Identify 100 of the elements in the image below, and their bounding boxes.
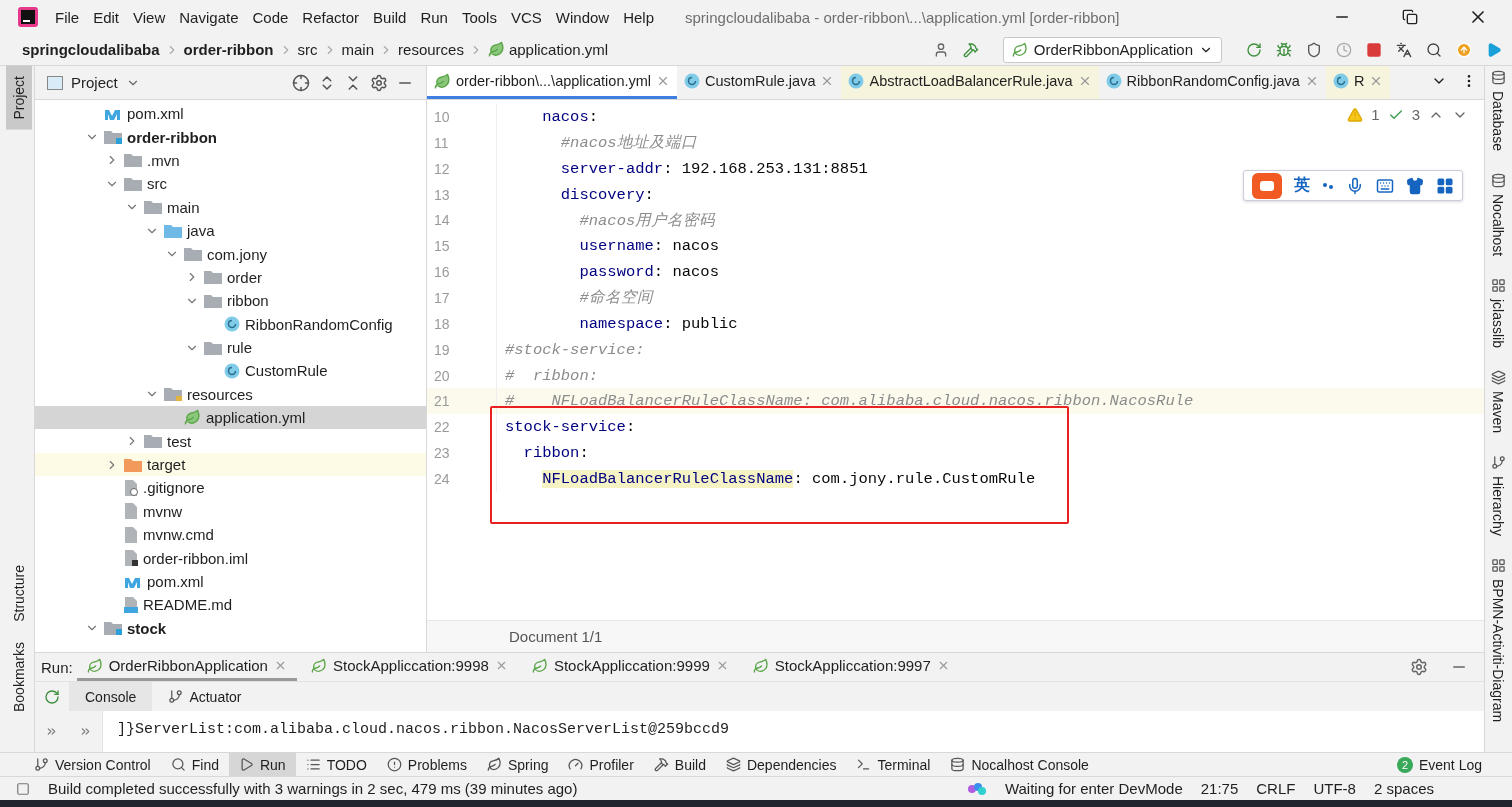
locate-icon[interactable] (292, 73, 310, 92)
tool-tab[interactable]: Dependencies (715, 753, 847, 776)
run-config-dropdown[interactable]: OrderRibbonApplication (1002, 36, 1222, 63)
breadcrumb[interactable]: resources (398, 41, 464, 58)
editor-tab[interactable]: order-ribbon\...\application.yml (427, 66, 678, 99)
breadcrumb[interactable]: springcloudalibaba (22, 41, 160, 58)
typo-count[interactable]: 3 (1411, 106, 1420, 123)
settings-icon[interactable] (1410, 658, 1428, 676)
tool-window-tab[interactable]: Project (6, 66, 32, 130)
process-tab[interactable]: StockAppliccation:9997 (742, 653, 960, 681)
settings-icon[interactable] (370, 73, 388, 92)
tree-item[interactable]: order-ribbon.iml (35, 546, 426, 570)
tool-tab[interactable]: Nocalhost Console (940, 753, 1099, 776)
breadcrumb[interactable]: main (341, 41, 375, 58)
tree-item[interactable]: README.md (35, 593, 426, 617)
profile-icon[interactable] (1336, 41, 1352, 58)
tool-tab[interactable]: Run (228, 753, 296, 776)
tree-item[interactable]: com.jony (35, 242, 426, 266)
menu-item[interactable]: VCS (503, 8, 549, 26)
rerun-icon[interactable] (44, 688, 60, 705)
ime-mode[interactable]: 英 (1294, 175, 1310, 196)
console-tab[interactable]: Actuator (152, 682, 258, 711)
tree-item[interactable]: stock (35, 616, 426, 640)
menu-item[interactable]: Refactor (295, 8, 367, 26)
restore-icon[interactable] (1402, 9, 1418, 25)
debug-icon[interactable] (1276, 41, 1292, 58)
panel-title[interactable]: Project (71, 74, 118, 91)
update-icon[interactable] (1456, 41, 1472, 58)
hammer-icon[interactable] (962, 41, 979, 58)
tree-item[interactable]: order (35, 265, 426, 290)
tool-window-tab[interactable]: BPMN-Activiti-Diagram (1485, 558, 1511, 723)
tree-item[interactable]: .mvn (35, 148, 426, 173)
tool-window-tab[interactable]: Nocalhost (1485, 172, 1511, 257)
menu-item[interactable]: Build (366, 8, 414, 26)
tree-item[interactable]: application.yml (35, 406, 426, 430)
tree-item[interactable]: order-ribbon (35, 125, 426, 149)
tool-window-tab[interactable]: Maven (1485, 370, 1511, 434)
menu-item[interactable]: Help (616, 8, 662, 26)
tree-item[interactable]: target (35, 452, 426, 477)
event-log-tab[interactable]: 2 Event Log (1386, 753, 1492, 776)
tree-item[interactable]: CustomRule (35, 359, 426, 383)
breadcrumb[interactable]: order-ribbon (183, 41, 274, 58)
tool-window-tab[interactable]: Hierarchy (1485, 455, 1511, 537)
menu-item[interactable]: File (48, 8, 87, 26)
tree-item[interactable]: src (35, 172, 426, 196)
tree-item[interactable]: main (35, 195, 426, 219)
tree-item[interactable]: test (35, 429, 426, 453)
tool-window-tab[interactable]: Bookmarks (6, 631, 32, 722)
tree-item[interactable]: ribbon (35, 289, 426, 313)
search-icon[interactable] (1426, 41, 1442, 58)
process-tab[interactable]: StockAppliccation:9998 (300, 653, 518, 681)
menu-item[interactable]: Window (548, 8, 617, 26)
tool-tab[interactable]: Spring (477, 753, 559, 776)
tree-item[interactable]: resources (35, 382, 426, 407)
tree-item[interactable]: pom.xml (35, 569, 426, 594)
menu-item[interactable]: Run (413, 8, 455, 26)
tool-tab[interactable]: Version Control (24, 753, 161, 776)
tool-tab[interactable]: Profiler (558, 753, 644, 776)
editor-tab[interactable]: CustomRule.java (677, 66, 842, 99)
grid-icon[interactable] (1436, 176, 1454, 195)
breadcrumb[interactable]: src (297, 41, 318, 58)
console-tab[interactable]: Console (69, 682, 153, 711)
tree-item[interactable]: java (35, 218, 426, 243)
file-encoding[interactable]: UTF-8 (1313, 780, 1356, 797)
line-separator[interactable]: CRLF (1256, 780, 1296, 797)
tree-item[interactable]: RibbonRandomConfig (35, 312, 426, 336)
tree-item[interactable]: .gitignore (35, 476, 426, 500)
translate-icon[interactable] (1396, 41, 1412, 58)
shirt-icon[interactable] (1406, 176, 1424, 195)
tree-item[interactable]: pom.xml (35, 102, 426, 126)
tree-item[interactable]: mvnw.cmd (35, 523, 426, 547)
caret-position[interactable]: 21:75 (1200, 780, 1239, 797)
menu-item[interactable]: Navigate (172, 8, 246, 26)
tool-tab[interactable]: Find (160, 753, 229, 776)
tool-window-tab[interactable]: Database (1485, 70, 1511, 151)
coverage-icon[interactable] (1306, 41, 1322, 58)
stop-icon[interactable] (1366, 41, 1382, 58)
tool-window-tab[interactable]: Structure (6, 555, 32, 632)
breadcrumb[interactable]: application.yml (508, 41, 609, 58)
menu-item[interactable]: Edit (86, 8, 127, 26)
tool-tab[interactable]: Build (643, 753, 716, 776)
tool-tab[interactable]: Problems (376, 753, 477, 776)
indent-setting[interactable]: 2 spaces (1373, 780, 1434, 797)
editor-tab[interactable]: AbstractLoadBalancerRule.java (841, 66, 1099, 99)
rerun-icon[interactable] (1246, 41, 1262, 58)
menu-item[interactable]: Code (245, 8, 296, 26)
tree-item[interactable]: rule (35, 335, 426, 360)
menu-item[interactable]: View (126, 8, 173, 26)
devmode-status[interactable]: Waiting for enter DevMode (1004, 780, 1183, 797)
tree-item[interactable]: mvnw (35, 499, 426, 524)
warning-count[interactable]: 1 (1371, 106, 1380, 123)
keyboard-icon[interactable] (1376, 176, 1394, 195)
mic-icon[interactable] (1346, 176, 1364, 195)
editor-tab[interactable]: RibbonRandomConfig.java (1098, 66, 1326, 99)
editor-tab[interactable]: R (1325, 66, 1391, 99)
tool-tab[interactable]: TODO (295, 753, 377, 776)
tool-window-tab[interactable]: jclasslib (1485, 278, 1511, 349)
menu-item[interactable]: Tools (454, 8, 504, 26)
process-tab[interactable]: StockAppliccation:9999 (521, 653, 739, 681)
tool-tab[interactable]: Terminal (846, 753, 941, 776)
